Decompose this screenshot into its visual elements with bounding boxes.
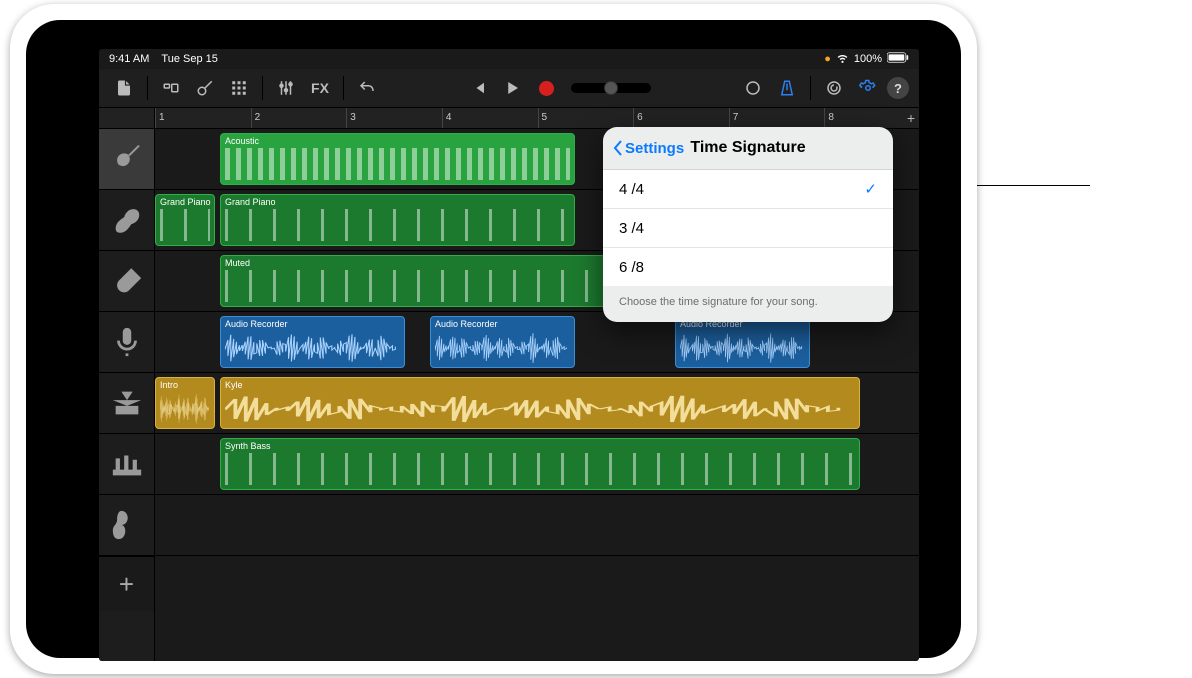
record-button[interactable] — [531, 73, 561, 103]
divider — [810, 76, 811, 100]
waveform — [225, 394, 855, 424]
region-label: Muted — [225, 258, 250, 268]
popover-header: Settings Time Signature — [603, 127, 893, 170]
track-header-piano[interactable] — [99, 190, 154, 251]
track-lane[interactable]: Synth Bass — [155, 434, 919, 495]
track-header-strings[interactable] — [99, 495, 154, 556]
divider — [343, 76, 344, 100]
status-bar: 9:41 AM Tue Sep 15 ● 100% — [99, 49, 919, 69]
option-label: 6 /8 — [619, 259, 644, 276]
time-sig-option[interactable]: 3 /4 — [603, 209, 893, 248]
track-header-synth[interactable] — [99, 434, 154, 495]
region[interactable]: Acoustic — [220, 133, 575, 185]
add-section-button[interactable]: + — [907, 108, 915, 128]
region-label: Grand Piano — [160, 197, 211, 207]
region[interactable]: Kyle — [220, 377, 860, 429]
bezel: 9:41 AM Tue Sep 15 ● 100% — [26, 20, 961, 658]
toolbar: FX — [99, 69, 919, 108]
waveform — [225, 333, 400, 363]
region-label: Acoustic — [225, 136, 259, 146]
ruler-tick: 6 — [633, 108, 643, 128]
undo-button[interactable] — [352, 73, 382, 103]
region[interactable]: Intro — [155, 377, 215, 429]
fx-button[interactable]: FX — [305, 73, 335, 103]
status-date: Tue Sep 15 — [161, 53, 217, 65]
ruler-tick: 1 — [155, 108, 165, 128]
waveform — [160, 394, 210, 424]
waveform — [680, 333, 805, 363]
ruler-tick: 2 — [251, 108, 261, 128]
popover-options: 4 /4 ✓ 3 /4 6 /8 — [603, 170, 893, 286]
track-lane[interactable]: Intro Kyle — [155, 373, 919, 434]
time-sig-option[interactable]: 4 /4 ✓ — [603, 170, 893, 209]
time-signature-popover: Settings Time Signature 4 /4 ✓ 3 /4 6 /8 Ch… — [603, 127, 893, 322]
track-header-guitar[interactable] — [99, 129, 154, 190]
status-time: 9:41 AM — [109, 53, 149, 65]
midi-pattern — [160, 209, 210, 241]
region[interactable]: Grand Piano — [220, 194, 575, 246]
ruler-tick: 3 — [346, 108, 356, 128]
midi-pattern — [225, 453, 855, 485]
settings-button[interactable] — [853, 73, 883, 103]
divider — [147, 76, 148, 100]
popover-back-label: Settings — [625, 140, 684, 157]
status-right: ● 100% — [824, 51, 909, 67]
region-label: Kyle — [225, 380, 243, 390]
region[interactable]: Audio Recorder — [430, 316, 575, 368]
option-label: 3 /4 — [619, 220, 644, 237]
popover-footer: Choose the time signature for your song. — [603, 286, 893, 322]
location-icon: ● — [824, 53, 831, 65]
ruler-tick: 7 — [729, 108, 739, 128]
loop-button[interactable] — [819, 73, 849, 103]
ipad-frame: 9:41 AM Tue Sep 15 ● 100% — [10, 4, 977, 674]
rewind-button[interactable] — [463, 73, 493, 103]
option-label: 4 /4 — [619, 181, 644, 198]
region-label: Audio Recorder — [225, 319, 288, 329]
app-screen: 9:41 AM Tue Sep 15 ● 100% — [99, 49, 919, 661]
wifi-icon — [836, 51, 849, 67]
track-header-mic[interactable] — [99, 312, 154, 373]
popover-back-button[interactable]: Settings — [613, 140, 684, 157]
popover-title: Time Signature — [690, 139, 805, 157]
divider — [262, 76, 263, 100]
grid-button[interactable] — [224, 73, 254, 103]
region[interactable]: Grand Piano — [155, 194, 215, 246]
browser-button[interactable] — [109, 73, 139, 103]
track-headers: + — [99, 129, 155, 661]
view-button[interactable] — [156, 73, 186, 103]
region[interactable]: Audio Recorder — [220, 316, 405, 368]
tuner-button[interactable] — [738, 73, 768, 103]
track-header-drums[interactable] — [99, 373, 154, 434]
status-left: 9:41 AM Tue Sep 15 — [109, 53, 218, 65]
track-lane[interactable] — [155, 495, 919, 556]
midi-pattern — [225, 209, 570, 241]
checkmark-icon: ✓ — [864, 180, 877, 198]
ruler-tick: 5 — [538, 108, 548, 128]
instrument-button[interactable] — [190, 73, 220, 103]
help-button[interactable]: ? — [887, 77, 909, 99]
region[interactable]: Synth Bass — [220, 438, 860, 490]
chevron-left-icon — [613, 140, 623, 156]
region-label: Synth Bass — [225, 441, 271, 451]
waveform — [435, 333, 570, 363]
mixer-button[interactable] — [271, 73, 301, 103]
region[interactable]: Audio Recorder — [675, 316, 810, 368]
record-icon — [539, 81, 554, 96]
midi-pattern — [225, 148, 570, 180]
time-ruler[interactable]: 1 2 3 4 5 6 7 8 + — [99, 108, 919, 129]
region-label: Intro — [160, 380, 178, 390]
region-label: Audio Recorder — [435, 319, 498, 329]
time-sig-option[interactable]: 6 /8 — [603, 248, 893, 286]
battery-icon — [887, 52, 909, 66]
ruler-tick: 4 — [442, 108, 452, 128]
play-button[interactable] — [497, 73, 527, 103]
metronome-button[interactable] — [772, 73, 802, 103]
region-label: Grand Piano — [225, 197, 276, 207]
add-track-button[interactable]: + — [99, 556, 154, 611]
ruler-tick: 8 — [824, 108, 834, 128]
track-header-bass[interactable] — [99, 251, 154, 312]
battery-percent: 100% — [854, 53, 882, 65]
master-volume-meter[interactable] — [571, 83, 651, 93]
